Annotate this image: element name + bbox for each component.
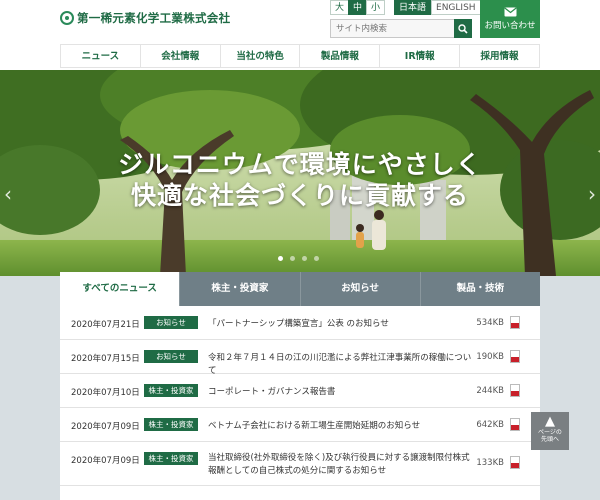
hero-pagination bbox=[278, 256, 326, 261]
tab-investors[interactable]: 株主・投資家 bbox=[179, 272, 300, 306]
pdf-icon bbox=[510, 316, 520, 329]
news-category-badge: 株主・投資家 bbox=[144, 384, 198, 397]
hero-prev-arrow-icon[interactable]: ‹ bbox=[4, 182, 18, 206]
pdf-icon bbox=[510, 384, 520, 397]
news-file-size: 642KB bbox=[476, 420, 504, 430]
font-size-small-button[interactable]: 小 bbox=[366, 0, 385, 15]
hero-dot[interactable] bbox=[278, 256, 283, 261]
list-item[interactable]: 2020年07月09日 株主・投資家 当社取締役(社外取締役を除く)及び執行役員… bbox=[60, 442, 540, 486]
tab-notices[interactable]: お知らせ bbox=[299, 272, 420, 306]
page-top-button[interactable]: ▲ ページの 先頭へ bbox=[531, 412, 569, 450]
news-file-size: 133KB bbox=[476, 458, 504, 468]
list-item[interactable]: 2020年07月09日 株主・投資家 ベトナム子会社における新工場生産開始延期の… bbox=[60, 408, 540, 442]
news-date: 2020年07月15日 bbox=[71, 354, 140, 364]
tab-products-tech[interactable]: 製品・技術 bbox=[419, 272, 540, 306]
search-icon bbox=[458, 23, 468, 34]
language-english-button[interactable]: ENGLISH bbox=[431, 0, 481, 15]
contact-label: お問い合わせ bbox=[484, 21, 536, 31]
company-name: 第一稀元素化学工業株式会社 bbox=[77, 11, 231, 25]
news-category-badge: お知らせ bbox=[144, 316, 198, 329]
nav-item-recruit[interactable]: 採用情報 bbox=[459, 45, 540, 67]
site-search bbox=[330, 19, 472, 38]
hero-dot[interactable] bbox=[314, 256, 319, 261]
news-date: 2020年07月10日 bbox=[71, 388, 140, 398]
page-top-label-line2: 先頭へ bbox=[540, 436, 559, 443]
list-item[interactable]: 2020年07月10日 株主・投資家 コーポレート・ガバナンス報告書 244KB bbox=[60, 374, 540, 408]
pdf-icon bbox=[510, 456, 520, 469]
news-tabs: すべてのニュース 株主・投資家 お知らせ 製品・技術 bbox=[60, 272, 540, 306]
nav-item-features[interactable]: 当社の特色 bbox=[219, 45, 300, 67]
hero-headline-line2: 快適な社会づくりに貢献する bbox=[130, 181, 469, 210]
nav-item-company[interactable]: 会社情報 bbox=[139, 45, 220, 67]
news-title-link[interactable]: 当社取締役(社外取締役を除く)及び執行役員に対する譲渡制限付株式報酬としての自己… bbox=[208, 452, 473, 478]
global-nav: ニュース 会社情報 当社の特色 製品情報 IR情報 採用情報 bbox=[60, 44, 540, 68]
news-category-badge: お知らせ bbox=[144, 350, 198, 363]
envelope-icon bbox=[503, 7, 517, 17]
nav-item-news[interactable]: ニュース bbox=[60, 45, 140, 67]
font-size-medium-button[interactable]: 中 bbox=[348, 0, 367, 15]
news-file-size: 190KB bbox=[476, 352, 504, 362]
list-item[interactable]: 2020年07月15日 お知らせ 令和２年７月１４日の江の川氾濫による弊社江津事… bbox=[60, 340, 540, 376]
news-category-badge: 株主・投資家 bbox=[144, 452, 198, 465]
news-category-badge: 株主・投資家 bbox=[144, 418, 198, 431]
nav-item-ir[interactable]: IR情報 bbox=[379, 45, 459, 67]
list-item[interactable]: 2020年07月21日 お知らせ 「パートナーシップ構築宣言」公表 のお知らせ … bbox=[60, 306, 540, 340]
news-file-size: 534KB bbox=[476, 318, 504, 328]
contact-button[interactable]: お問い合わせ bbox=[480, 0, 540, 38]
pdf-icon bbox=[510, 418, 520, 431]
news-title-link[interactable]: ベトナム子会社における新工場生産開始延期のお知らせ bbox=[208, 420, 473, 433]
nav-item-products[interactable]: 製品情報 bbox=[299, 45, 379, 67]
pdf-icon bbox=[510, 350, 520, 363]
news-date: 2020年07月09日 bbox=[71, 422, 140, 432]
news-title-link[interactable]: コーポレート・ガバナンス報告書 bbox=[208, 386, 473, 399]
hero-slider: ジルコニウムで環境にやさしく 快適な社会づくりに貢献する ‹ › bbox=[0, 70, 600, 276]
font-size-large-button[interactable]: 大 bbox=[330, 0, 349, 15]
tab-all-news[interactable]: すべてのニュース bbox=[60, 272, 180, 306]
language-switcher: 日本語 ENGLISH bbox=[394, 0, 481, 15]
news-list: 2020年07月21日 お知らせ 「パートナーシップ構築宣言」公表 のお知らせ … bbox=[60, 306, 540, 500]
page-top-label-line1: ページの bbox=[538, 429, 562, 436]
arrow-up-icon: ▲ bbox=[545, 414, 555, 429]
news-date: 2020年07月09日 bbox=[71, 456, 140, 466]
site-header: 第一稀元素化学工業株式会社 大 中 小 日本語 ENGLISH お問い合わせ bbox=[0, 0, 600, 42]
news-date: 2020年07月21日 bbox=[71, 320, 140, 330]
search-button[interactable] bbox=[454, 19, 472, 38]
search-input[interactable] bbox=[330, 19, 454, 38]
news-file-size: 244KB bbox=[476, 386, 504, 396]
hero-next-arrow-icon[interactable]: › bbox=[582, 182, 596, 206]
logo-mark-icon bbox=[60, 11, 74, 25]
font-size-switcher: 大 中 小 bbox=[330, 0, 385, 15]
company-logo[interactable]: 第一稀元素化学工業株式会社 bbox=[60, 10, 230, 26]
hero-dot[interactable] bbox=[290, 256, 295, 261]
news-title-link[interactable]: 「パートナーシップ構築宣言」公表 のお知らせ bbox=[208, 318, 473, 331]
language-japanese-button[interactable]: 日本語 bbox=[394, 0, 432, 15]
hero-dot[interactable] bbox=[302, 256, 307, 261]
